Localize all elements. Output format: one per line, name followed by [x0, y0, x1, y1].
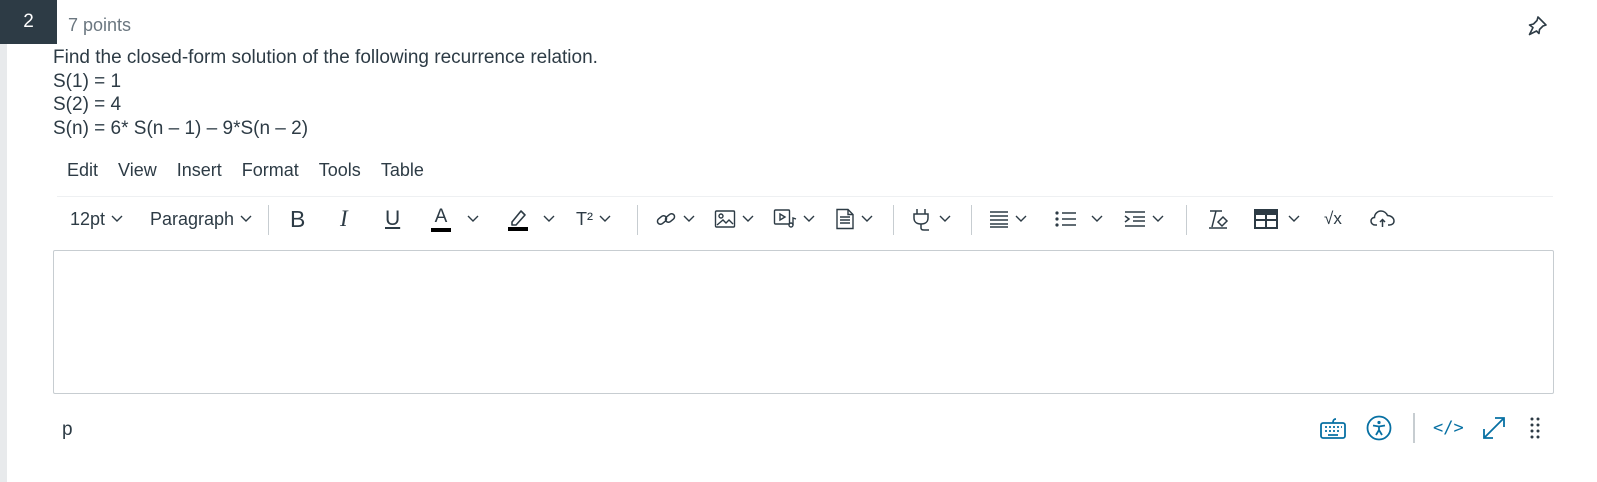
chevron-down-icon — [803, 215, 815, 222]
pin-icon[interactable] — [1525, 14, 1549, 38]
editor-statusbar: p </> — [0, 405, 1597, 455]
square-root-icon: √x — [1324, 209, 1342, 228]
cloud-upload-button[interactable] — [1370, 203, 1396, 235]
question-text: Find the closed-form solution of the fol… — [53, 46, 598, 140]
menu-insert[interactable]: Insert — [167, 160, 232, 186]
image-icon — [714, 210, 736, 228]
question-line: S(2) = 4 — [53, 94, 122, 115]
menu-view[interactable]: View — [108, 160, 167, 186]
question-prompt: Find the closed-form solution of the fol… — [53, 47, 598, 68]
toolbar-separator — [268, 205, 269, 235]
indent-button[interactable] — [1124, 203, 1164, 235]
menu-table[interactable]: Table — [371, 160, 434, 186]
menu-format[interactable]: Format — [232, 160, 309, 186]
chevron-down-icon — [1152, 215, 1164, 222]
list-button[interactable] — [1055, 203, 1103, 235]
code-icon: </> — [1433, 418, 1464, 438]
link-icon — [656, 212, 676, 226]
chevron-down-icon — [543, 215, 555, 222]
align-icon — [990, 211, 1008, 228]
media-button[interactable] — [773, 203, 815, 235]
chevron-down-icon — [683, 215, 695, 222]
highlight-color-button[interactable] — [507, 203, 555, 235]
underline-icon: U — [385, 207, 401, 230]
clear-formatting-button[interactable] — [1207, 203, 1229, 235]
chevron-down-icon — [1091, 215, 1103, 222]
toolbar-separator — [637, 205, 638, 235]
menu-tools[interactable]: Tools — [309, 160, 371, 186]
question-points: 7 points — [68, 15, 132, 35]
block-format-dropdown[interactable]: Paragraph — [150, 203, 252, 235]
font-size-value: 12pt — [70, 208, 106, 229]
accessibility-checker-button[interactable] — [1366, 415, 1392, 446]
superscript-icon: T² — [576, 208, 593, 229]
rich-text-editor-area[interactable] — [53, 250, 1554, 394]
resize-handle[interactable] — [1530, 415, 1540, 446]
text-color-icon: A — [431, 207, 451, 232]
superscript-button[interactable]: T² — [576, 203, 611, 235]
apps-plug-button[interactable] — [911, 203, 951, 235]
table-icon — [1254, 209, 1278, 229]
element-path[interactable]: p — [62, 419, 73, 441]
bullet-list-icon — [1055, 211, 1076, 227]
document-button[interactable] — [835, 203, 873, 235]
chevron-down-icon — [240, 215, 252, 222]
text-color-button[interactable]: A — [431, 203, 479, 235]
chevron-down-icon — [599, 215, 611, 222]
statusbar-separator — [1413, 413, 1415, 443]
chevron-down-icon — [742, 215, 754, 222]
underline-button[interactable]: U — [385, 203, 400, 235]
align-button[interactable] — [989, 203, 1027, 235]
document-icon — [836, 208, 854, 230]
plug-icon — [913, 209, 929, 231]
keyboard-icon — [1320, 418, 1346, 439]
menu-edit[interactable]: Edit — [57, 160, 108, 186]
keyboard-shortcuts-button[interactable] — [1319, 415, 1347, 446]
toolbar-separator — [893, 205, 894, 235]
media-icon — [773, 209, 797, 228]
math-equation-button[interactable]: √x — [1324, 203, 1342, 235]
question-number-badge: 2 — [0, 0, 57, 44]
text-color-swatch — [431, 227, 451, 232]
block-format-value: Paragraph — [150, 208, 235, 229]
chevron-down-icon — [1015, 215, 1027, 222]
chevron-down-icon — [861, 215, 873, 222]
chevron-down-icon — [1288, 215, 1300, 222]
chevron-down-icon — [939, 215, 951, 222]
bold-icon: B — [290, 205, 306, 232]
html-editor-button[interactable]: </> — [1433, 418, 1464, 438]
font-size-dropdown[interactable]: 12pt — [70, 203, 123, 235]
editor-menubar: Edit View Insert Format Tools Table — [57, 160, 434, 186]
question-line: S(1) = 1 — [53, 70, 122, 92]
link-button[interactable] — [655, 203, 695, 235]
chevron-down-icon — [467, 215, 479, 222]
table-button[interactable] — [1254, 203, 1300, 235]
toolbar-separator — [1186, 205, 1187, 235]
accessibility-icon — [1366, 415, 1392, 441]
toolbar-separator — [971, 205, 972, 235]
toolbar-divider — [57, 196, 1553, 197]
fullscreen-button[interactable] — [1481, 415, 1507, 446]
drag-handle-icon — [1530, 417, 1540, 439]
expand-icon — [1483, 417, 1505, 439]
cloud-icon — [1370, 210, 1395, 227]
indent-icon — [1124, 211, 1145, 227]
question-line: S(n) = 6* S(n – 1) – 9*S(n – 2) — [53, 117, 309, 139]
image-button[interactable] — [714, 203, 754, 235]
clear-formatting-icon — [1209, 210, 1229, 229]
chevron-down-icon — [111, 215, 123, 222]
italic-icon: I — [340, 206, 348, 231]
highlighter-icon — [508, 210, 528, 231]
italic-button[interactable]: I — [340, 203, 348, 235]
bold-button[interactable]: B — [290, 203, 305, 235]
